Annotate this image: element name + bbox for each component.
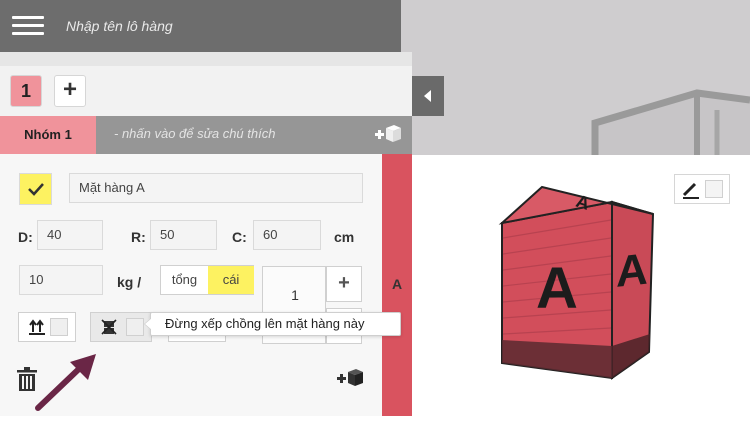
item-color-strip[interactable]: A bbox=[382, 154, 412, 416]
weight-mode-piece[interactable]: cái bbox=[208, 266, 254, 294]
item-name-field[interactable]: Mặt hàng A bbox=[69, 173, 363, 203]
add-tab-button[interactable]: + bbox=[54, 75, 86, 107]
height-label: C: bbox=[232, 229, 247, 245]
keep-upright-toggle[interactable] bbox=[18, 312, 76, 342]
keep-upright-checkbox[interactable] bbox=[50, 318, 68, 336]
weight-mode-total[interactable]: tổng bbox=[161, 266, 208, 294]
3d-viewport[interactable]: A A A bbox=[401, 0, 750, 420]
width-label: R: bbox=[131, 229, 146, 245]
collapse-panel-button[interactable] bbox=[412, 76, 444, 116]
container-wireframe bbox=[591, 89, 750, 155]
svg-text:A: A bbox=[616, 245, 648, 297]
viewport-floor-area bbox=[401, 0, 750, 155]
box-front-letter: A bbox=[536, 256, 578, 321]
add-box-icon[interactable] bbox=[374, 124, 402, 146]
no-stack-toggle[interactable] bbox=[90, 312, 152, 342]
shipment-name-input[interactable] bbox=[66, 14, 386, 38]
item-enable-checkbox[interactable] bbox=[19, 173, 52, 205]
no-stack-checkbox[interactable] bbox=[126, 318, 144, 336]
edit-color-button[interactable] bbox=[674, 174, 730, 204]
add-box-icon[interactable] bbox=[336, 368, 364, 390]
length-field[interactable]: 40 bbox=[37, 220, 103, 250]
height-field[interactable]: 60 bbox=[253, 220, 321, 250]
tab-row: 1 + bbox=[0, 66, 412, 116]
weight-field[interactable]: 10 bbox=[19, 265, 103, 295]
no-stack-icon bbox=[101, 319, 117, 335]
no-stack-tooltip: Đừng xếp chồng lên mặt hàng này bbox=[144, 312, 401, 336]
width-field[interactable]: 50 bbox=[150, 220, 217, 250]
quantity-increase-button[interactable]: + bbox=[326, 266, 362, 302]
weight-mode-toggle: tổng cái bbox=[160, 265, 254, 295]
annotation-arrow-icon bbox=[35, 354, 96, 411]
pencil-icon bbox=[682, 182, 699, 199]
quantity-value: 1 bbox=[291, 287, 299, 303]
group-comment-hint[interactable]: - nhấn vào để sửa chú thích bbox=[114, 126, 275, 141]
panel-gap bbox=[0, 52, 412, 66]
group-row: Nhóm 1 - nhấn vào để sửa chú thích bbox=[0, 116, 412, 154]
weight-unit-label: kg / bbox=[117, 274, 142, 290]
item-side-label: A bbox=[391, 276, 403, 292]
cargo-box-preview: A A A bbox=[498, 185, 655, 380]
length-label: D: bbox=[18, 229, 33, 245]
dimension-unit-label: cm bbox=[334, 229, 355, 245]
edit-color-swatch[interactable] bbox=[705, 180, 723, 198]
hamburger-icon[interactable] bbox=[12, 14, 44, 38]
bottom-margin bbox=[0, 416, 750, 438]
tab-1[interactable]: 1 bbox=[10, 75, 42, 107]
upright-arrows-icon bbox=[29, 319, 45, 335]
group-tab[interactable]: Nhóm 1 bbox=[0, 116, 96, 154]
checkmark-icon bbox=[28, 183, 44, 196]
header-bar bbox=[0, 0, 401, 52]
